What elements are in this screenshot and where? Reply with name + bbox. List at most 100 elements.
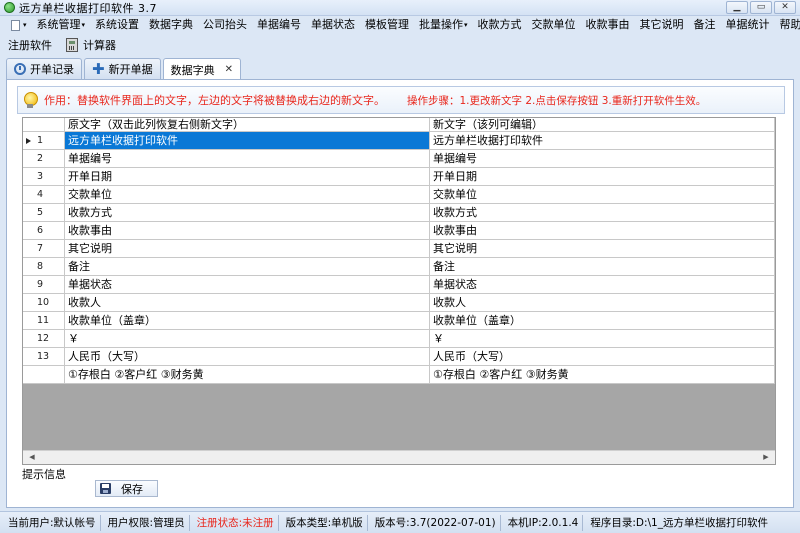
new-text-cell[interactable]: 交款单位 — [430, 186, 775, 203]
row-number[interactable]: 6 — [23, 222, 65, 239]
row-number-label: 7 — [37, 243, 44, 254]
table-row[interactable]: 11 收款单位（盖章） 收款单位（盖章） — [23, 312, 775, 330]
table-row[interactable]: 7 其它说明 其它说明 — [23, 240, 775, 258]
table-row[interactable]: 2 单据编号 单据编号 — [23, 150, 775, 168]
minimize-button[interactable]: ▁ — [726, 1, 748, 14]
new-text-cell[interactable]: 单据编号 — [430, 150, 775, 167]
header-original-text[interactable]: 原文字（双击此列恢复右侧新文字） — [65, 118, 430, 131]
grid-header: 原文字（双击此列恢复右侧新文字） 新文字（该列可编辑） — [23, 118, 775, 132]
scroll-right-icon[interactable]: ▶ — [759, 452, 773, 463]
table-row[interactable]: 10 收款人 收款人 — [23, 294, 775, 312]
horizontal-scrollbar[interactable]: ◀ ▶ — [23, 450, 775, 464]
table-row[interactable]: 13 人民币（大写） 人民币（大写） — [23, 348, 775, 366]
window-title: 远方单栏收据打印软件 3.7 — [19, 1, 157, 15]
row-number[interactable]: 12 — [23, 330, 65, 347]
new-text-cell[interactable]: 其它说明 — [430, 240, 775, 257]
new-text-cell[interactable]: 收款单位（盖章） — [430, 312, 775, 329]
restore-button[interactable]: ▭ — [750, 1, 772, 14]
tab-new-receipt[interactable]: ✚ 新开单据 — [84, 58, 161, 79]
new-text-cell[interactable]: 人民币（大写） — [430, 348, 775, 365]
status-segment: 用户权限:管理员 — [104, 514, 190, 531]
original-text-cell[interactable]: 单据编号 — [65, 150, 430, 167]
row-number[interactable] — [23, 366, 65, 383]
menu-item[interactable]: 公司抬头 — [198, 16, 252, 34]
new-text-cell[interactable]: ￥ — [430, 330, 775, 347]
new-text-cell[interactable]: ①存根白 ②客户红 ③财务黄 — [430, 366, 775, 383]
register-software-button[interactable]: 注册软件 — [8, 37, 52, 53]
menu-item[interactable]: 备注 — [689, 16, 721, 34]
row-number[interactable]: 9 — [23, 276, 65, 293]
table-row[interactable]: 1 远方单栏收据打印软件 远方单栏收据打印软件 — [23, 132, 775, 150]
table-row[interactable]: 9 单据状态 单据状态 — [23, 276, 775, 294]
close-icon[interactable]: ✕ — [225, 64, 233, 75]
menu-item[interactable]: 数据字典 — [144, 16, 198, 34]
row-number[interactable]: 5 — [23, 204, 65, 221]
save-button[interactable]: 保存 — [95, 480, 158, 497]
table-row[interactable]: 6 收款事由 收款事由 — [23, 222, 775, 240]
menu-item[interactable]: 其它说明 — [635, 16, 689, 34]
calculator-button[interactable]: 计算器 — [66, 37, 116, 53]
header-new-text[interactable]: 新文字（该列可编辑） — [430, 118, 775, 131]
row-number[interactable]: 10 — [23, 294, 65, 311]
original-text-cell[interactable]: 收款人 — [65, 294, 430, 311]
new-text-cell[interactable]: 收款人 — [430, 294, 775, 311]
row-number[interactable]: 11 — [23, 312, 65, 329]
original-text-cell[interactable]: 其它说明 — [65, 240, 430, 257]
menu-item[interactable]: 批量操作▾ — [414, 16, 473, 34]
row-number[interactable]: 7 — [23, 240, 65, 257]
scroll-left-icon[interactable]: ◀ — [25, 452, 39, 463]
row-number[interactable]: 2 — [23, 150, 65, 167]
menu-item[interactable]: 单据统计 — [721, 16, 775, 34]
new-text-cell[interactable]: 远方单栏收据打印软件 — [430, 132, 775, 149]
table-row[interactable]: 8 备注 备注 — [23, 258, 775, 276]
row-number[interactable]: 3 — [23, 168, 65, 185]
row-number[interactable]: 4 — [23, 186, 65, 203]
original-text-cell[interactable]: 远方单栏收据打印软件 — [65, 132, 430, 149]
register-software-label: 注册软件 — [8, 39, 52, 52]
original-text-cell[interactable]: 收款方式 — [65, 204, 430, 221]
row-number-label: 3 — [37, 171, 44, 182]
original-text-cell[interactable]: 备注 — [65, 258, 430, 275]
new-text-cell[interactable]: 单据状态 — [430, 276, 775, 293]
new-text-cell[interactable]: 开单日期 — [430, 168, 775, 185]
app-icon — [4, 2, 15, 13]
table-row[interactable]: 3 开单日期 开单日期 — [23, 168, 775, 186]
new-text-cell[interactable]: 收款事由 — [430, 222, 775, 239]
original-text-cell[interactable]: 人民币（大写） — [65, 348, 430, 365]
menu-item[interactable]: 收款方式 — [473, 16, 527, 34]
menu-item[interactable]: 单据状态 — [306, 16, 360, 34]
menu-item-label: 模板管理 — [365, 18, 410, 31]
table-row[interactable]: 4 交款单位 交款单位 — [23, 186, 775, 204]
menu-item[interactable]: 单据编号 — [252, 16, 306, 34]
tab-data-dictionary[interactable]: 数据字典 ✕ — [162, 58, 241, 80]
menu-item[interactable]: 帮助▾ — [775, 16, 800, 34]
new-text-cell[interactable]: 收款方式 — [430, 204, 775, 221]
menu-item[interactable]: 交款单位 — [527, 16, 581, 34]
original-text-cell[interactable]: 收款单位（盖章） — [65, 312, 430, 329]
menu-item-label: 单据编号 — [257, 18, 302, 31]
table-row[interactable]: 12 ￥ ￥ — [23, 330, 775, 348]
original-text-cell[interactable]: 单据状态 — [65, 276, 430, 293]
original-text-cell[interactable]: 收款事由 — [65, 222, 430, 239]
table-row[interactable]: 5 收款方式 收款方式 — [23, 204, 775, 222]
original-text-cell[interactable]: 开单日期 — [65, 168, 430, 185]
document-menu[interactable]: ▾ — [6, 16, 32, 34]
row-number[interactable]: 8 — [23, 258, 65, 275]
original-text-cell[interactable]: 交款单位 — [65, 186, 430, 203]
table-row[interactable]: ①存根白 ②客户红 ③财务黄 ①存根白 ②客户红 ③财务黄 — [23, 366, 775, 384]
menu-item[interactable]: 收款事由 — [581, 16, 635, 34]
menu-item[interactable]: 模板管理 — [360, 16, 414, 34]
calculator-label: 计算器 — [83, 39, 116, 52]
row-number[interactable]: 13 — [23, 348, 65, 365]
menu-item[interactable]: 系统管理▾ — [32, 16, 91, 34]
new-text-cell[interactable]: 备注 — [430, 258, 775, 275]
row-number[interactable]: 1 — [23, 132, 65, 149]
menu-item[interactable]: 系统设置 — [90, 16, 144, 34]
original-text-cell[interactable]: ①存根白 ②客户红 ③财务黄 — [65, 366, 430, 383]
close-button[interactable]: ✕ — [774, 1, 796, 14]
menu-item-label: 收款事由 — [585, 18, 630, 31]
tab-billing-records[interactable]: 开单记录 — [6, 58, 82, 79]
original-text-cell[interactable]: ￥ — [65, 330, 430, 347]
dictionary-grid[interactable]: 原文字（双击此列恢复右侧新文字） 新文字（该列可编辑） 1 远方单栏收据打印软件远… — [22, 117, 776, 465]
chevron-down-icon: ▾ — [81, 21, 86, 29]
